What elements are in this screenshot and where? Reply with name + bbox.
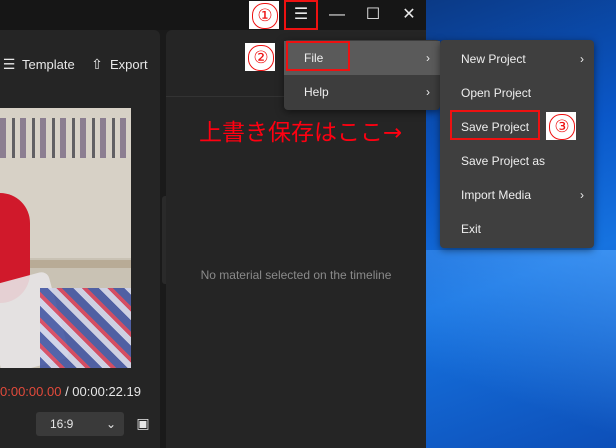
empty-selection-message: No material selected on the timeline bbox=[200, 268, 392, 282]
export-label: Export bbox=[110, 57, 148, 72]
step2-badge-bg: ② bbox=[245, 43, 275, 71]
menu-item-exit[interactable]: Exit bbox=[440, 212, 594, 246]
layers-icon: ☰ bbox=[2, 56, 16, 72]
save-highlight-box bbox=[450, 110, 540, 140]
total-time: 00:00:22.19 bbox=[72, 384, 141, 399]
time-separator: / bbox=[61, 384, 73, 399]
timecode: 0:00:00.00 / 00:00:22.19 bbox=[0, 384, 141, 400]
current-time: 0:00:00.00 bbox=[0, 384, 62, 399]
hamburger-icon[interactable]: ☰ bbox=[284, 0, 318, 30]
menu-item-label: Exit bbox=[461, 222, 482, 236]
menu-item-label: New Project bbox=[461, 52, 526, 66]
aspect-ratio-value: 16:9 bbox=[50, 417, 74, 431]
fit-screen-icon[interactable]: ▣ bbox=[134, 414, 152, 432]
chevron-right-icon: › bbox=[426, 51, 430, 65]
maximize-icon[interactable]: ☐ bbox=[356, 0, 390, 30]
upload-icon: ⇧ bbox=[91, 56, 103, 72]
close-icon[interactable]: ✕ bbox=[392, 0, 426, 30]
file-submenu: New Project › Open Project Save Project … bbox=[440, 40, 594, 248]
menu-item-save-project-as[interactable]: Save Project as bbox=[440, 144, 594, 178]
minimize-icon[interactable]: — bbox=[320, 0, 354, 30]
step3-badge-bg: ③ bbox=[546, 112, 576, 140]
menu-item-label: Save Project as bbox=[461, 154, 546, 168]
menu-item-label: Help bbox=[304, 85, 329, 99]
menu-item-label: Import Media bbox=[461, 188, 532, 202]
video-preview[interactable] bbox=[0, 108, 131, 368]
export-button[interactable]: ⇧ Export bbox=[88, 54, 148, 74]
menu-item-open-project[interactable]: Open Project bbox=[440, 76, 594, 110]
step1-badge-bg: ① bbox=[249, 1, 279, 29]
chevron-right-icon: › bbox=[426, 85, 430, 99]
preview-toys bbox=[40, 288, 131, 368]
menu-item-label: Open Project bbox=[461, 86, 532, 100]
file-highlight-box bbox=[286, 41, 350, 71]
chevron-down-icon: ⌄ bbox=[105, 417, 116, 431]
title-bar: ☰ — ☐ ✕ bbox=[0, 0, 426, 30]
step3-badge: ③ bbox=[549, 114, 575, 140]
desktop-light-ray bbox=[426, 250, 616, 448]
menu-item-new-project[interactable]: New Project › bbox=[440, 42, 594, 76]
template-button[interactable]: ☰ Template bbox=[0, 54, 75, 74]
preview-figures bbox=[0, 118, 131, 158]
chevron-right-icon: › bbox=[580, 52, 584, 66]
menu-item-help[interactable]: Help › bbox=[284, 75, 440, 109]
annotation-note: 上書き保存はここ→ bbox=[199, 120, 403, 146]
step2-badge: ② bbox=[248, 45, 274, 71]
step1-badge: ① bbox=[252, 3, 278, 29]
menu-item-import-media[interactable]: Import Media › bbox=[440, 178, 594, 212]
chevron-right-icon: › bbox=[580, 188, 584, 202]
template-label: Template bbox=[22, 57, 75, 72]
aspect-ratio-select[interactable]: 16:9 ⌄ bbox=[36, 412, 124, 436]
